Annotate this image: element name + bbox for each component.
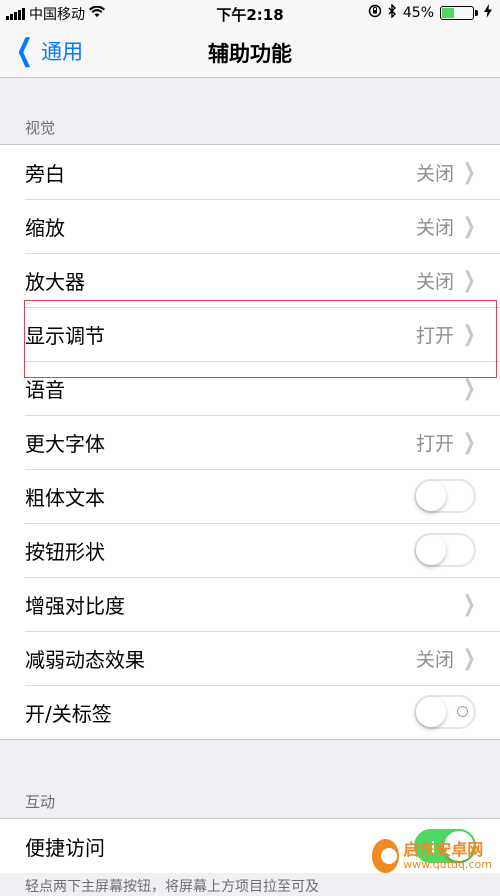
watermark: 启东安卓网 www.qdtdq.com (372, 828, 492, 884)
chevron-right-icon: ❯ (462, 645, 476, 671)
row-reduce-motion[interactable]: 减弱动态效果 关闭 ❯ (0, 631, 500, 685)
chevron-right-icon: ❯ (462, 591, 476, 617)
bluetooth-icon (388, 3, 397, 22)
chevron-right-icon: ❯ (462, 429, 476, 455)
row-label: 便捷访问 (25, 835, 105, 860)
row-label: 减弱动态效果 (25, 647, 145, 672)
row-increase-contrast[interactable]: 增强对比度 ❯ (0, 577, 500, 631)
row-value: 打开 (415, 324, 454, 347)
section-header-interaction: 互动 (25, 793, 56, 811)
rotation-lock-icon (368, 4, 382, 22)
row-value: 关闭 (415, 162, 454, 185)
row-label: 按钮形状 (25, 539, 105, 564)
row-button-shapes: 按钮形状 (0, 523, 500, 577)
row-value: 打开 (415, 432, 454, 455)
navigation-bar: ❮ 通用 辅助功能 (0, 26, 500, 78)
charging-icon (484, 4, 492, 22)
row-zoom[interactable]: 缩放 关闭 ❯ (0, 199, 500, 253)
row-label: 缩放 (25, 215, 65, 240)
row-larger-text[interactable]: 更大字体 打开 ❯ (0, 415, 500, 469)
reachability-footer-note: 轻点两下主屏幕按钮，将屏幕上方项目拉至可及 (25, 879, 319, 895)
bold-text-toggle[interactable] (414, 479, 476, 513)
button-shapes-toggle[interactable] (414, 533, 476, 567)
watermark-url: www.qdtdq.com (403, 857, 492, 871)
section-header-vision: 视觉 (25, 119, 56, 137)
watermark-name: 启东安卓网 (403, 840, 484, 860)
off-label-icon (457, 706, 468, 717)
row-speech[interactable]: 语音 ❯ (0, 361, 500, 415)
watermark-logo-icon (372, 839, 400, 873)
row-value: 关闭 (415, 648, 454, 671)
row-label: 放大器 (25, 269, 85, 294)
row-label: 增强对比度 (25, 593, 125, 618)
row-bold-text: 粗体文本 (0, 469, 500, 523)
chevron-right-icon: ❯ (462, 321, 476, 347)
chevron-right-icon: ❯ (462, 267, 476, 293)
status-bar: 中国移动 下午2:18 45% (0, 0, 500, 26)
row-label: 语音 (25, 377, 65, 402)
battery-icon (440, 6, 478, 20)
row-value: 关闭 (415, 216, 454, 239)
on-off-labels-toggle[interactable] (414, 695, 476, 729)
row-on-off-labels: 开/关标签 (0, 685, 500, 739)
row-label: 粗体文本 (25, 485, 105, 510)
row-value: 关闭 (415, 270, 454, 293)
row-label: 旁白 (25, 161, 65, 186)
row-label: 更大字体 (25, 431, 105, 456)
row-display-accommodations[interactable]: 显示调节 打开 ❯ (0, 307, 500, 361)
chevron-right-icon: ❯ (462, 213, 476, 239)
chevron-right-icon: ❯ (462, 375, 476, 401)
row-voiceover[interactable]: 旁白 关闭 ❯ (0, 145, 500, 199)
vision-settings-group: 旁白 关闭 ❯ 缩放 关闭 ❯ 放大器 关闭 ❯ 显示调节 打开 ❯ 语音 ❯ … (0, 144, 500, 740)
chevron-right-icon: ❯ (462, 159, 476, 185)
battery-percent: 45% (402, 5, 434, 21)
page-title: 辅助功能 (208, 42, 292, 66)
row-label: 显示调节 (25, 323, 105, 348)
row-label: 开/关标签 (25, 701, 112, 726)
row-magnifier[interactable]: 放大器 关闭 ❯ (0, 253, 500, 307)
